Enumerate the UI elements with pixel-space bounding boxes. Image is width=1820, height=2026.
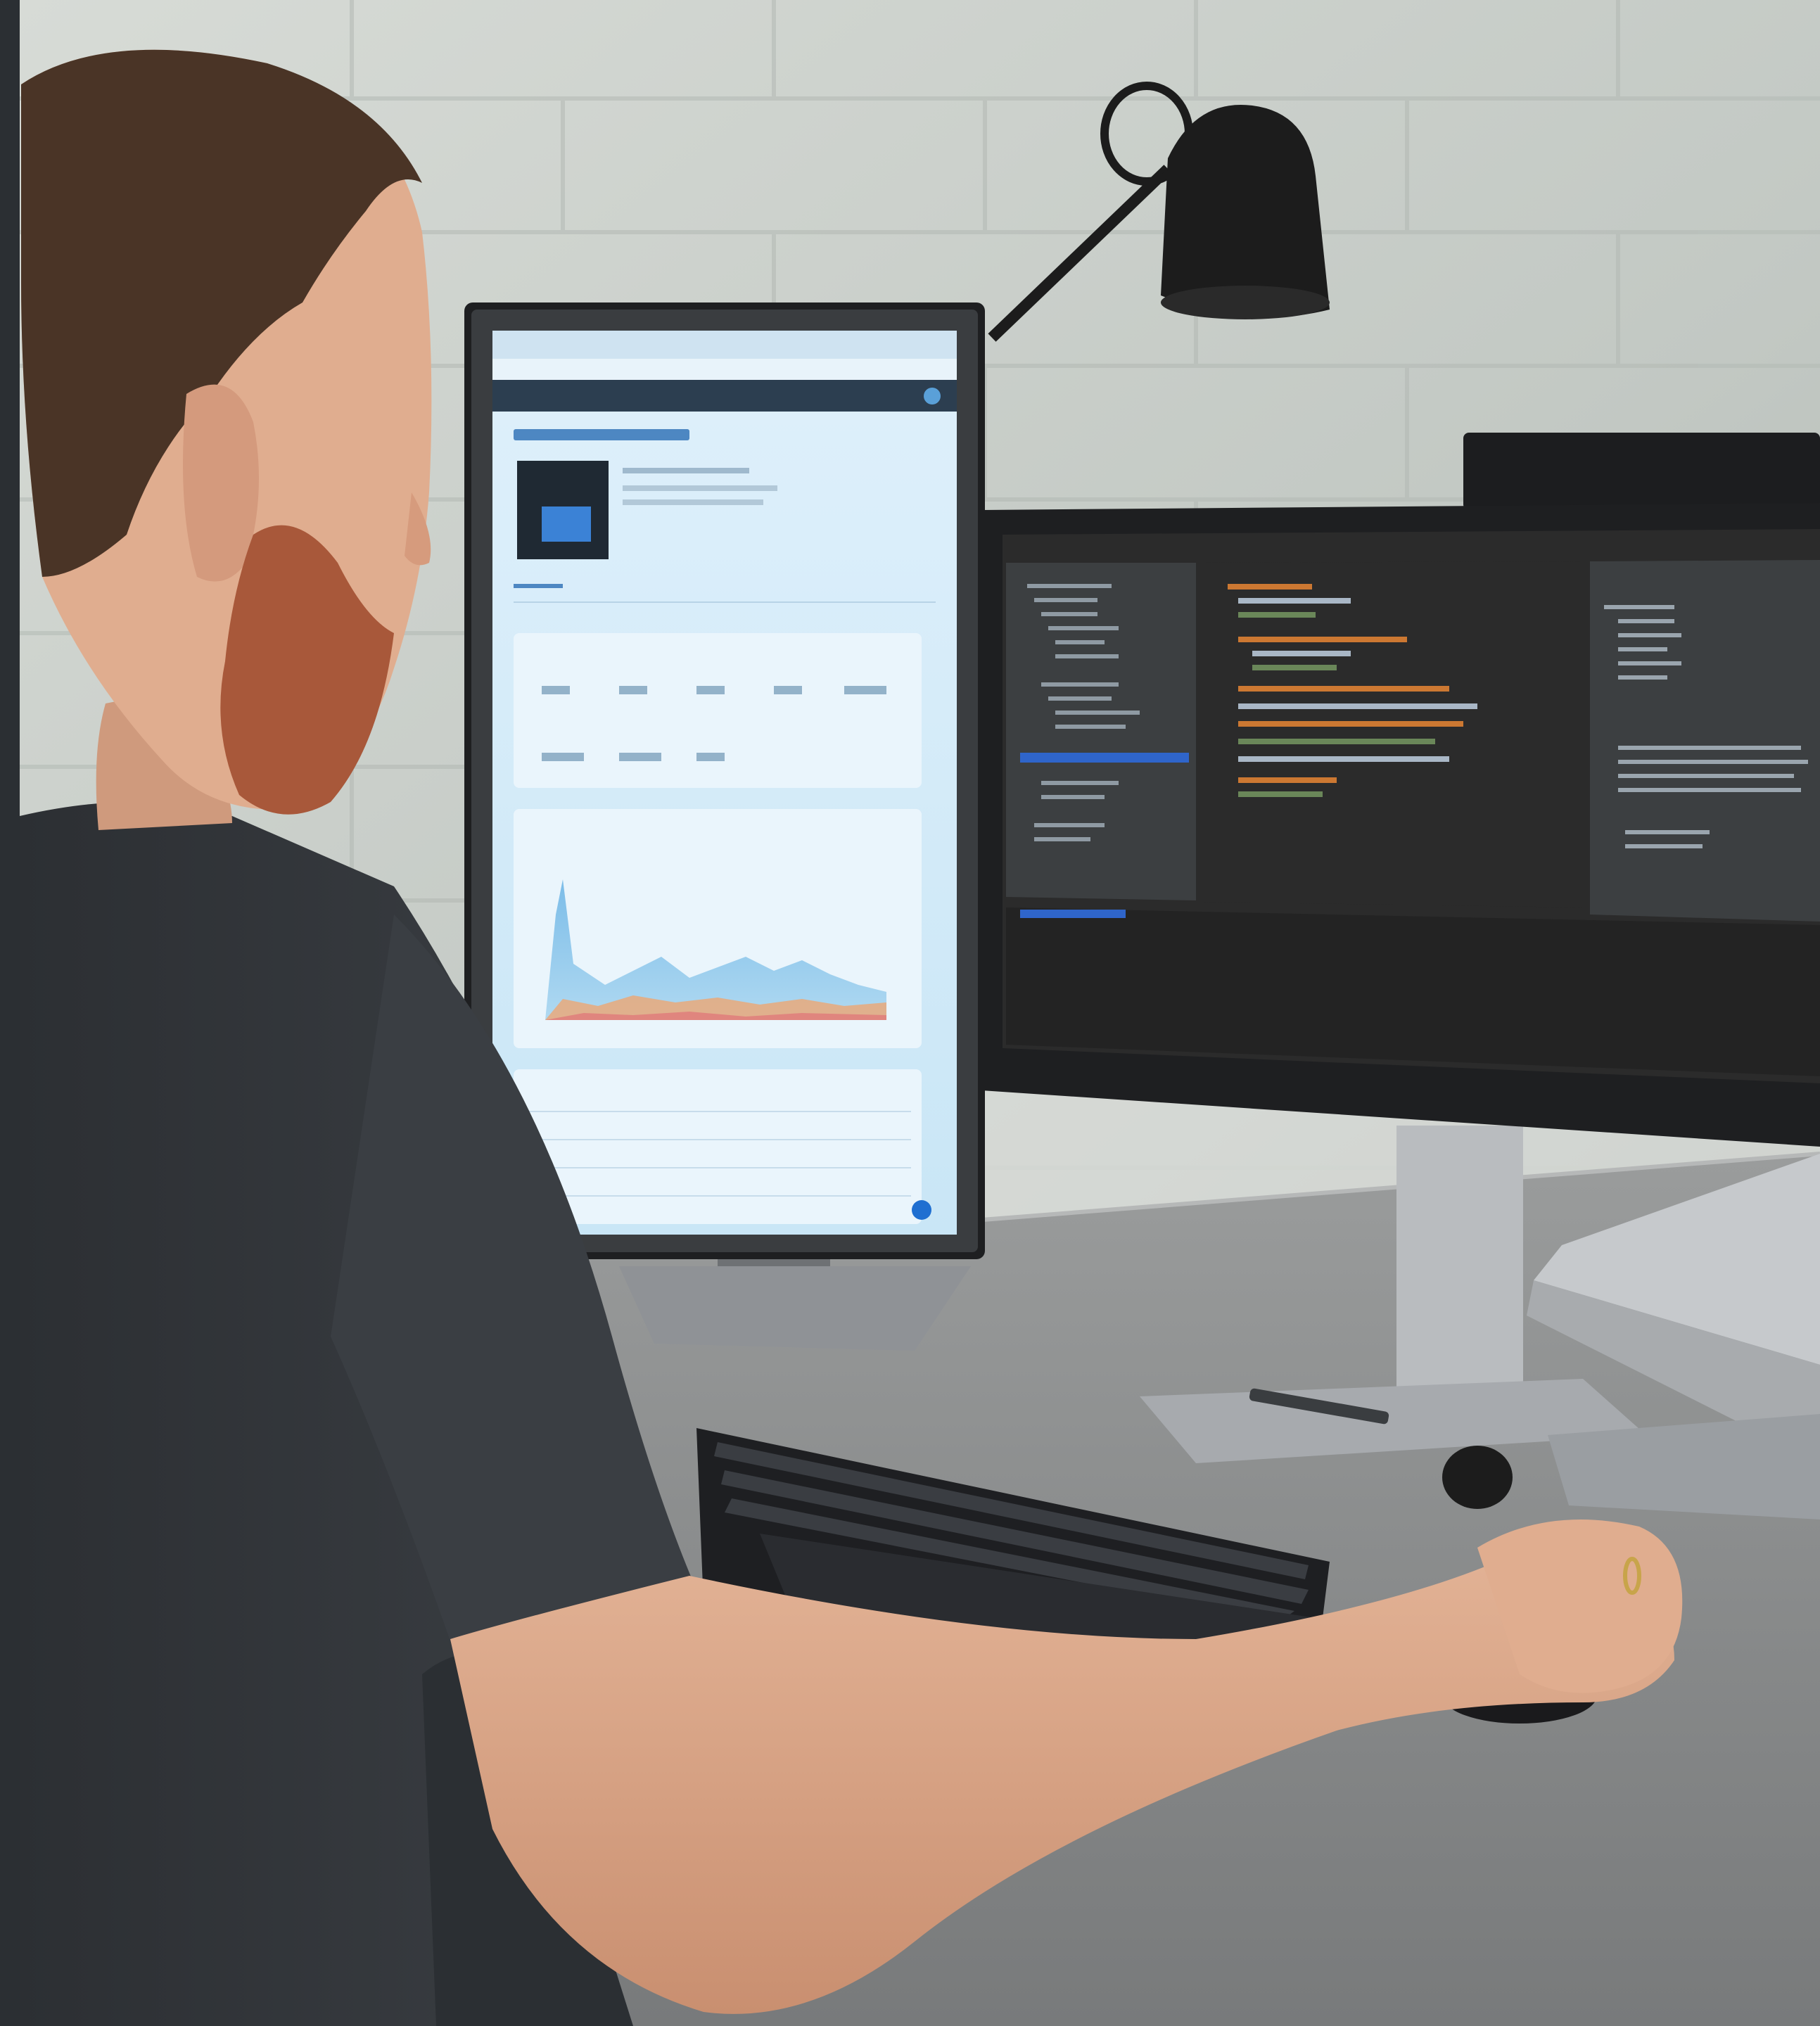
data-table bbox=[514, 1069, 922, 1224]
tree-selection-highlight bbox=[1020, 753, 1189, 763]
chat-bubble-icon bbox=[912, 1200, 931, 1220]
stats-card bbox=[514, 633, 922, 788]
app-header-bar bbox=[492, 380, 957, 412]
stand-knob bbox=[1442, 1446, 1513, 1509]
detail-tab-active bbox=[514, 584, 563, 588]
terminal-selection-highlight bbox=[1020, 910, 1126, 918]
right-monitor-stand bbox=[1396, 1126, 1523, 1407]
structure-panel bbox=[1590, 560, 1820, 922]
page-heading bbox=[514, 429, 689, 440]
office-photo-scene bbox=[0, 0, 1820, 2026]
project-tree-panel bbox=[1006, 563, 1196, 900]
left-edge-strip bbox=[0, 0, 20, 2026]
background-monitor bbox=[1463, 433, 1820, 510]
browser-tabs-bar bbox=[492, 331, 957, 359]
product-image-screen bbox=[542, 507, 591, 542]
user-avatar-icon bbox=[924, 388, 941, 404]
left-monitor-stand-base bbox=[619, 1266, 971, 1351]
browser-address-bar bbox=[492, 359, 957, 380]
